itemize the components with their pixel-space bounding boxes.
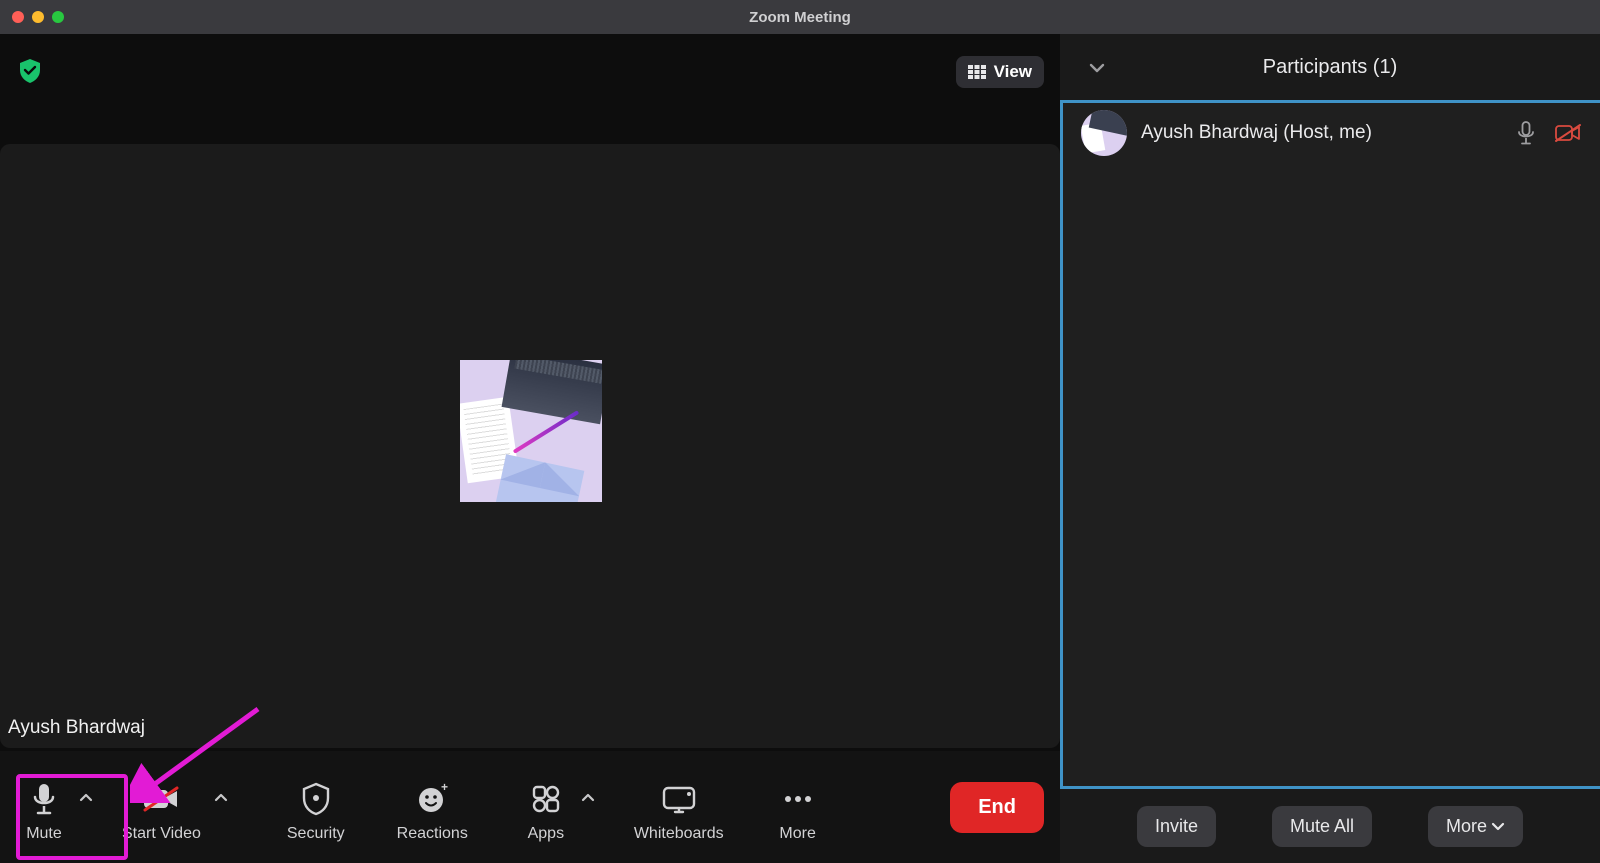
more-dots-icon bbox=[776, 777, 820, 821]
microphone-icon bbox=[22, 777, 66, 821]
self-avatar bbox=[460, 360, 602, 502]
end-meeting-button[interactable]: End bbox=[950, 782, 1044, 833]
smiley-icon: + bbox=[410, 777, 454, 821]
participant-name: Ayush Bhardwaj (Host, me) bbox=[1141, 122, 1498, 144]
participant-row[interactable]: Ayush Bhardwaj (Host, me) bbox=[1063, 103, 1600, 163]
apps-icon bbox=[524, 777, 568, 821]
reactions-label: Reactions bbox=[397, 825, 468, 843]
window-title: Zoom Meeting bbox=[749, 9, 851, 26]
participants-panel: Participants (1) Ayush Bhardwaj (Host, m… bbox=[1060, 34, 1600, 863]
mute-all-button[interactable]: Mute All bbox=[1272, 806, 1372, 847]
apps-label: Apps bbox=[528, 825, 564, 843]
participant-avatar bbox=[1081, 110, 1127, 156]
encryption-shield-icon[interactable] bbox=[18, 58, 42, 84]
start-video-button[interactable]: Start Video bbox=[116, 767, 207, 847]
minimize-window-button[interactable] bbox=[32, 11, 44, 23]
end-label: End bbox=[978, 796, 1016, 818]
participants-title: Participants (1) bbox=[1263, 56, 1398, 79]
close-window-button[interactable] bbox=[12, 11, 24, 23]
view-button-label: View bbox=[994, 62, 1032, 82]
participant-camera-off-icon bbox=[1554, 123, 1582, 143]
participants-footer: Invite Mute All More bbox=[1060, 789, 1600, 863]
participants-collapse-chevron[interactable] bbox=[1088, 62, 1106, 74]
shield-icon bbox=[294, 777, 338, 821]
maximize-window-button[interactable] bbox=[52, 11, 64, 23]
mute-button[interactable]: Mute bbox=[16, 767, 72, 847]
more-button[interactable]: More bbox=[770, 767, 826, 847]
meeting-toolbar: Mute Start Video Security bbox=[0, 751, 1060, 863]
mute-label: Mute bbox=[26, 825, 62, 843]
participant-mic-icon bbox=[1512, 121, 1540, 145]
audio-options-chevron[interactable] bbox=[74, 786, 98, 810]
chevron-down-icon bbox=[1491, 821, 1505, 831]
apps-button[interactable]: Apps bbox=[518, 767, 574, 847]
participants-more-label: More bbox=[1446, 816, 1487, 837]
meeting-area: View Ayush Bhardwaj Mute bbox=[0, 34, 1060, 863]
whiteboards-label: Whiteboards bbox=[634, 825, 724, 843]
self-display-name: Ayush Bhardwaj bbox=[8, 717, 145, 739]
whiteboards-button[interactable]: Whiteboards bbox=[628, 767, 730, 847]
security-button[interactable]: Security bbox=[281, 767, 351, 847]
participants-header: Participants (1) bbox=[1060, 34, 1600, 100]
window-controls bbox=[12, 11, 64, 23]
invite-button[interactable]: Invite bbox=[1137, 806, 1216, 847]
mute-all-label: Mute All bbox=[1290, 816, 1354, 837]
video-options-chevron[interactable] bbox=[209, 786, 233, 810]
svg-text:+: + bbox=[441, 783, 448, 794]
reactions-button[interactable]: + Reactions bbox=[391, 767, 474, 847]
participants-more-button[interactable]: More bbox=[1428, 806, 1523, 847]
security-label: Security bbox=[287, 825, 345, 843]
more-label: More bbox=[779, 825, 815, 843]
camera-off-icon bbox=[139, 777, 183, 821]
view-button[interactable]: View bbox=[956, 56, 1044, 88]
start-video-label: Start Video bbox=[122, 825, 201, 843]
participants-list: Ayush Bhardwaj (Host, me) bbox=[1060, 100, 1600, 789]
apps-options-chevron[interactable] bbox=[576, 786, 600, 810]
gallery-grid-icon bbox=[968, 65, 986, 79]
window-titlebar: Zoom Meeting bbox=[0, 0, 1600, 34]
whiteboard-icon bbox=[657, 777, 701, 821]
invite-label: Invite bbox=[1155, 816, 1198, 837]
